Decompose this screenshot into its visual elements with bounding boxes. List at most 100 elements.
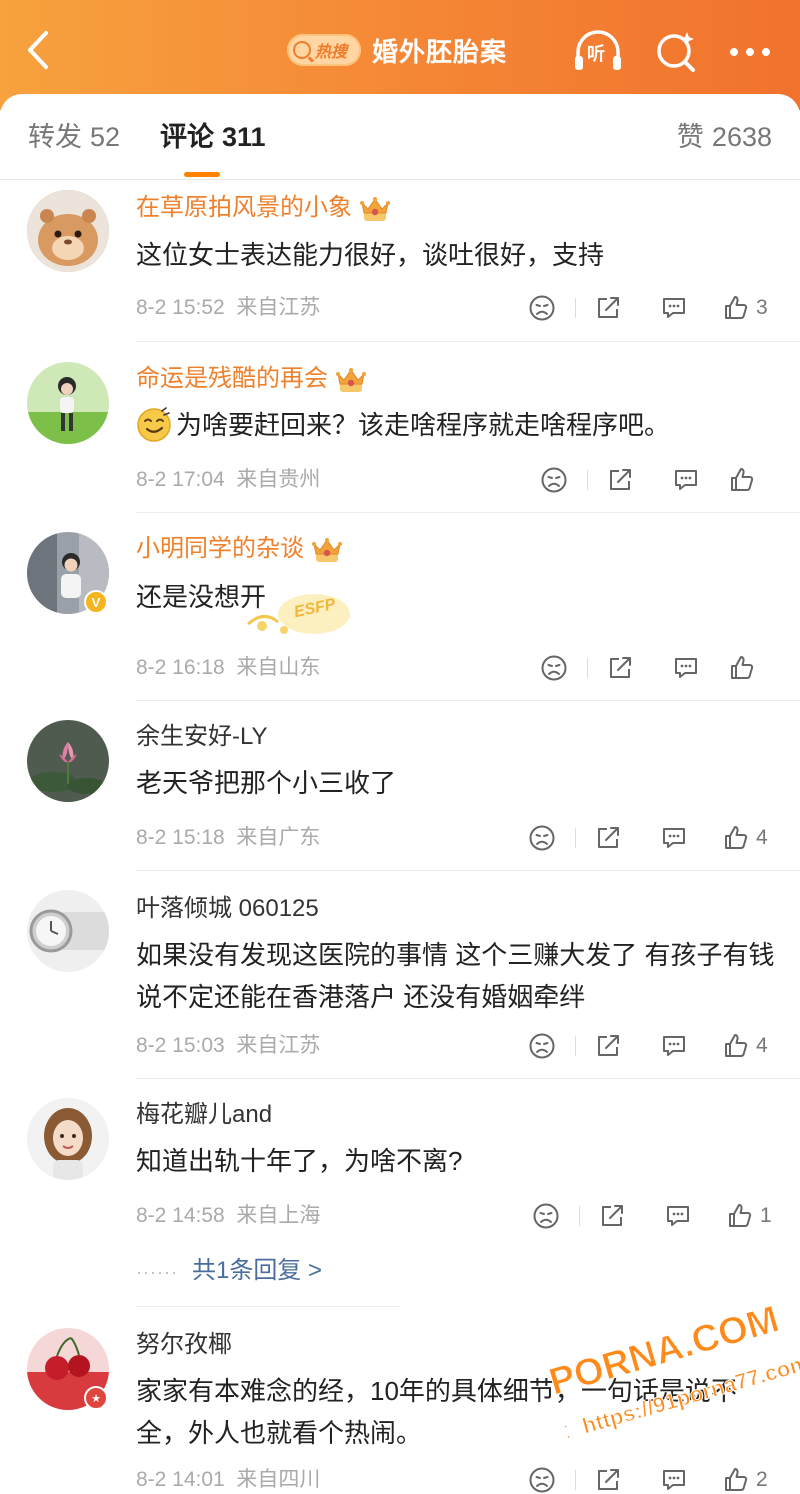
- comment-item: 梅花瓣儿and 知道出轨十年了，为啥不离? 8-2 14:58 来自上海 1 ·…: [0, 1078, 800, 1308]
- avatar[interactable]: [27, 720, 109, 802]
- dislike-icon: [540, 654, 568, 682]
- like-button[interactable]: 2: [714, 1462, 778, 1494]
- comment-username[interactable]: 梅花瓣儿and: [136, 1100, 272, 1130]
- more-options-button[interactable]: [722, 26, 778, 78]
- comment-location: 来自上海: [236, 1204, 321, 1227]
- tab-comments-count: 311: [222, 122, 266, 152]
- reply-button[interactable]: [648, 290, 700, 326]
- crown-icon: [334, 366, 368, 394]
- share-button[interactable]: [594, 462, 646, 498]
- comment-username[interactable]: 余生安好-LY: [136, 722, 268, 752]
- tab-bar: 转发 52 评论 311 赞 2638: [0, 94, 800, 180]
- comment-actions: 1: [520, 1198, 782, 1234]
- smug-emoji-icon: [137, 407, 171, 442]
- comment-username[interactable]: 努尔孜椰: [136, 1330, 232, 1360]
- share-button[interactable]: [582, 290, 634, 326]
- dots-icon: ······: [136, 1262, 178, 1282]
- comment-username[interactable]: 在草原拍风景的小象: [136, 193, 392, 223]
- share-button[interactable]: [582, 1028, 634, 1064]
- dislike-button[interactable]: [516, 1462, 576, 1494]
- dislike-button[interactable]: [528, 462, 580, 498]
- reply-button[interactable]: [648, 1462, 700, 1494]
- tab-comments[interactable]: 评论 311: [160, 120, 266, 154]
- view-replies-label: 共1条回复 >: [191, 1257, 322, 1284]
- reply-button[interactable]: [648, 1028, 700, 1064]
- hot-search-badge[interactable]: 热搜: [287, 34, 361, 66]
- comment-text: 为啥要赶回来？该走啥程序就走啥程序吧。: [176, 410, 671, 440]
- comment-location: 来自贵州: [236, 468, 321, 491]
- comment-actions: [528, 650, 778, 686]
- crown-icon: [310, 536, 344, 564]
- dislike-icon: [532, 1202, 560, 1230]
- avatar[interactable]: [27, 890, 109, 972]
- avatar[interactable]: [27, 190, 109, 272]
- comment-text: 这位女士表达能力很好，谈吐很好，支持: [136, 240, 605, 270]
- comment-username[interactable]: 命运是残酷的再会: [136, 364, 368, 394]
- listen-button[interactable]: 听: [570, 26, 626, 78]
- tab-reposts[interactable]: 转发 52: [28, 120, 120, 154]
- thumbs-up-icon: [728, 654, 756, 682]
- comment-username-text: 在草原拍风景的小象: [136, 194, 352, 221]
- hamster-avatar-icon: [27, 190, 109, 272]
- share-button[interactable]: [582, 1462, 634, 1494]
- share-button[interactable]: [594, 650, 646, 686]
- like-button[interactable]: 3: [714, 290, 778, 326]
- like-button[interactable]: [726, 650, 778, 686]
- comment-meta: 8-2 17:04 来自贵州: [136, 466, 320, 494]
- comment-username[interactable]: 小明同学的杂谈: [136, 534, 344, 564]
- like-button[interactable]: 1: [718, 1198, 782, 1234]
- comment-item: 余生安好-LY 老天爷把那个小三收了 8-2 15:18 来自广东 4: [0, 700, 800, 871]
- member-badge-icon: ★: [84, 1386, 108, 1410]
- comment-time: 8-2 15:52: [136, 296, 225, 319]
- share-icon: [598, 1202, 626, 1230]
- avatar[interactable]: [27, 1098, 109, 1180]
- comment-meta: 8-2 14:01 来自四川: [136, 1466, 320, 1494]
- mbti-sticker: ESFP: [244, 574, 354, 644]
- like-button[interactable]: [726, 462, 778, 498]
- avatar[interactable]: [27, 362, 109, 444]
- share-button[interactable]: [586, 1198, 638, 1234]
- comment-text: 还是没想开: [136, 582, 267, 612]
- thumbs-up-icon: [728, 466, 756, 494]
- search-sparkle-icon: [657, 32, 695, 72]
- comment-meta: 8-2 15:18 来自广东: [136, 824, 320, 852]
- dislike-button[interactable]: [520, 1198, 580, 1234]
- share-button[interactable]: [582, 820, 634, 856]
- comment-icon: [672, 654, 700, 682]
- dislike-button[interactable]: [516, 1028, 576, 1064]
- like-button[interactable]: 4: [714, 820, 778, 856]
- reply-button[interactable]: [648, 820, 700, 856]
- comment-time: 8-2 14:58: [136, 1204, 225, 1227]
- comment-icon: [660, 294, 688, 322]
- comment-location: 来自江苏: [236, 296, 321, 319]
- thumbs-up-icon: [722, 1466, 750, 1494]
- like-count: 4: [756, 1034, 768, 1057]
- back-button[interactable]: [18, 24, 58, 76]
- lotus-avatar-icon: [27, 720, 109, 802]
- view-replies-link[interactable]: ······ 共1条回复 >: [136, 1256, 322, 1287]
- reply-button[interactable]: [652, 1198, 704, 1234]
- more-dots-icon: [730, 48, 770, 56]
- comment-text: 知道出轨十年了，为啥不离?: [136, 1146, 463, 1176]
- comment-item: 命运是残酷的再会 为啥要赶回来？该走啥程序就走啥程序吧。 8-2 17:04 来…: [0, 342, 800, 513]
- like-button[interactable]: 4: [714, 1028, 778, 1064]
- comment-username-text: 小明同学的杂谈: [136, 535, 304, 562]
- comment-time: 8-2 15:18: [136, 826, 225, 849]
- dislike-button[interactable]: [516, 290, 576, 326]
- comment-icon: [664, 1202, 692, 1230]
- comment-username[interactable]: 叶落倾城 060125: [136, 894, 319, 924]
- tab-likes[interactable]: 赞 2638: [677, 120, 772, 154]
- woman-portrait-avatar-icon: [27, 1098, 109, 1180]
- reply-button[interactable]: [660, 650, 712, 686]
- dislike-icon: [528, 1032, 556, 1060]
- search-button[interactable]: [648, 26, 704, 78]
- thumbs-up-icon: [722, 824, 750, 852]
- comment-location: 来自山东: [236, 656, 321, 679]
- dislike-button[interactable]: [528, 650, 580, 686]
- reply-button[interactable]: [660, 462, 712, 498]
- watch-avatar-icon: [27, 890, 109, 972]
- comment-item: ★ 努尔孜椰 家家有本难念的经，10年的具体细节，一句话是说不全，外人也就看个热…: [0, 1316, 800, 1494]
- dislike-button[interactable]: [516, 820, 576, 856]
- comment-username-text: 命运是残酷的再会: [136, 365, 328, 392]
- listen-label: 听: [587, 44, 605, 64]
